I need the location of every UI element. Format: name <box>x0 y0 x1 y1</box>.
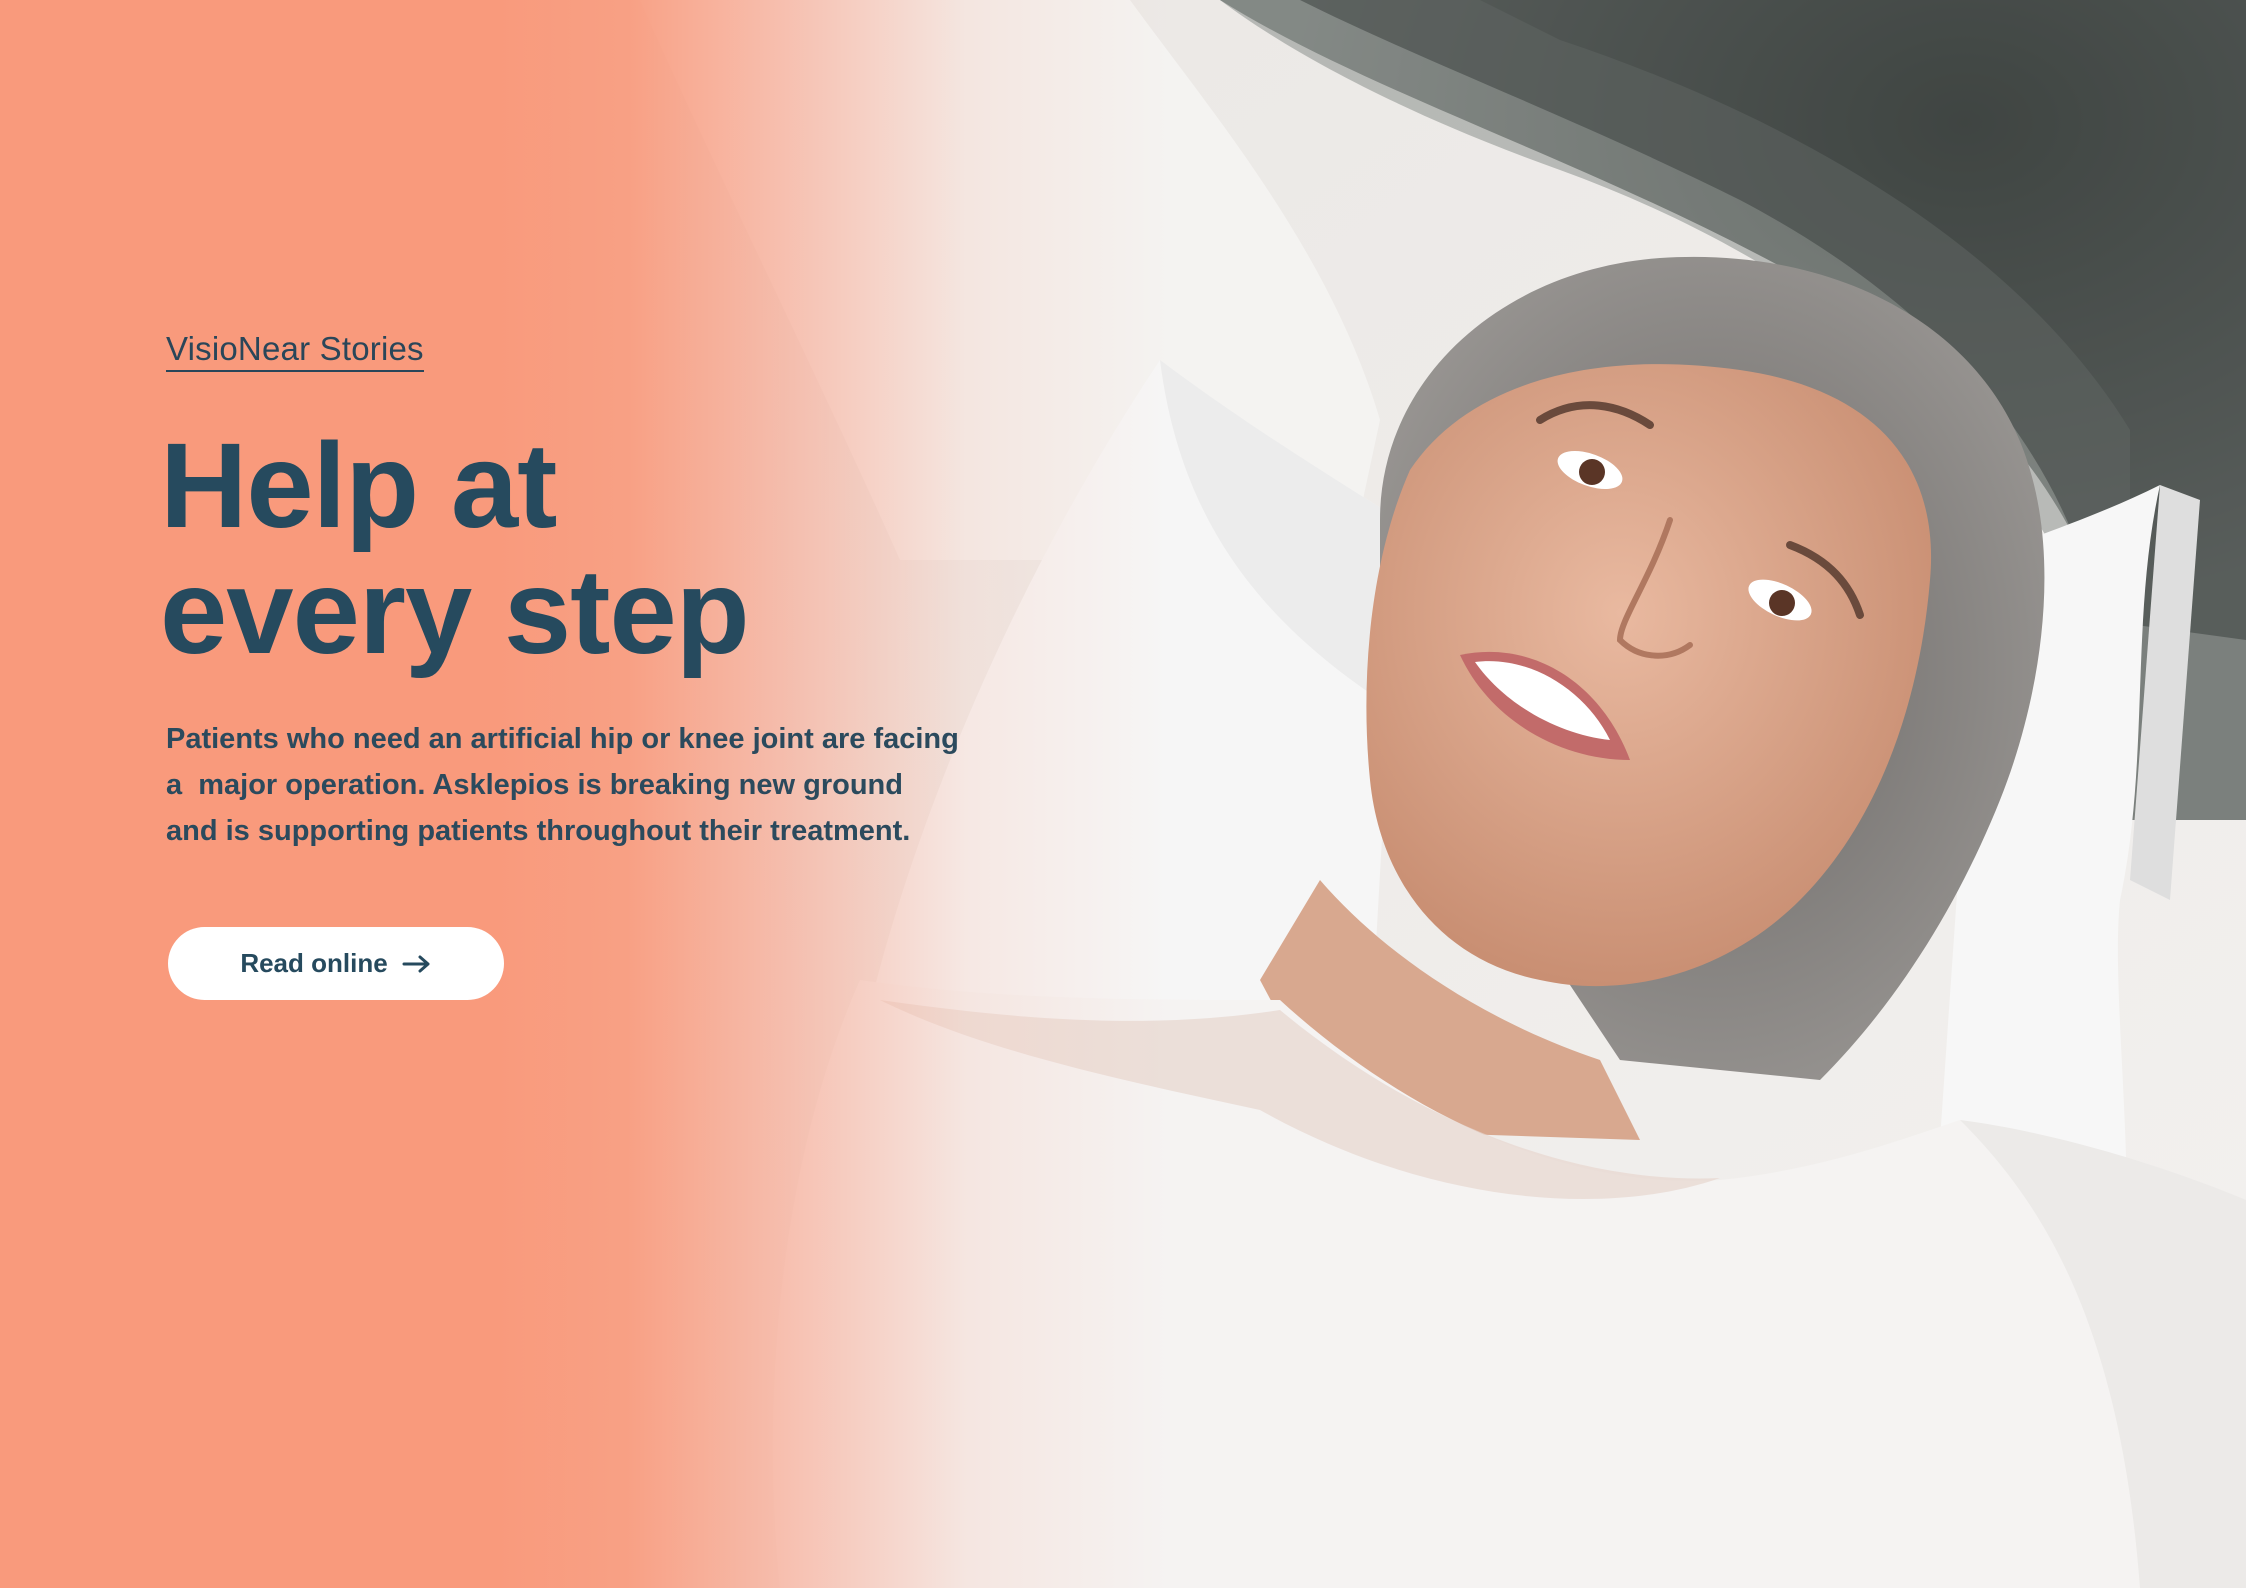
read-online-button[interactable]: Read online <box>168 927 504 1000</box>
hero-banner: VisioNear Stories Help at every step Pat… <box>0 0 2246 1588</box>
headline-line-2: every step <box>160 543 750 679</box>
page-title: Help at every step <box>160 422 1066 674</box>
intro-line-3: and is supporting patients throughout th… <box>166 815 911 847</box>
intro-paragraph: Patients who need an artificial hip or k… <box>166 716 1006 854</box>
arrow-right-icon <box>402 955 430 972</box>
hero-content: VisioNear Stories Help at every step Pat… <box>160 330 1066 1000</box>
intro-line-1: Patients who need an artificial hip or k… <box>166 723 959 755</box>
read-online-label: Read online <box>240 948 388 978</box>
intro-line-2: a major operation. Asklepios is breaking… <box>166 769 903 801</box>
visionear-stories-link[interactable]: VisioNear Stories <box>166 330 424 372</box>
headline-line-1: Help at <box>160 417 557 553</box>
